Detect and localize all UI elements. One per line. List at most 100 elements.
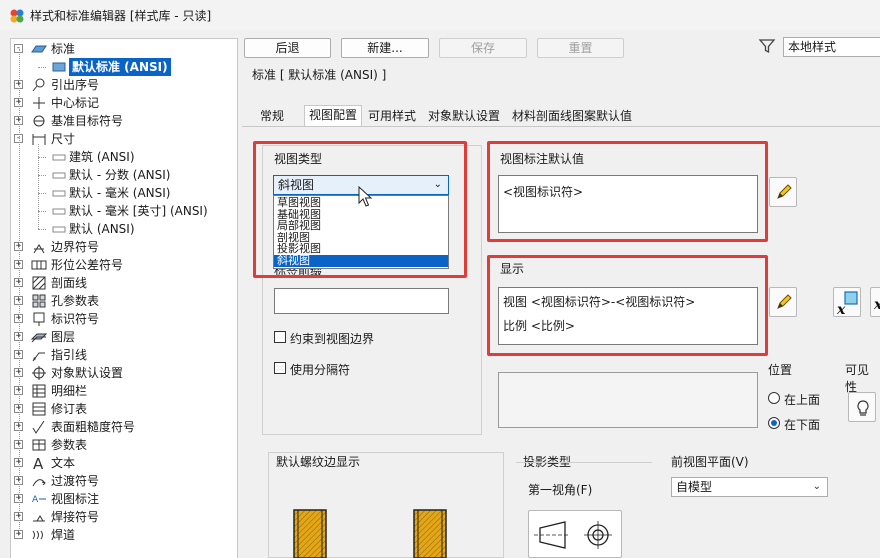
new-button[interactable]: 新建...	[341, 38, 429, 58]
superscript-button[interactable]: x	[833, 287, 861, 317]
view-type-highlight	[253, 141, 467, 278]
visibility-button[interactable]	[848, 392, 876, 422]
surface-texture-icon	[32, 420, 45, 434]
reset-button[interactable]: 重置	[537, 38, 624, 58]
tree-item[interactable]: + 剖面线	[11, 274, 237, 292]
tree-item[interactable]: + 修订表	[11, 400, 237, 418]
constrain-label: 约束到视图边界	[290, 332, 375, 346]
subscript-button[interactable]: x	[870, 287, 880, 317]
tab-available-styles[interactable]: 可用样式	[368, 107, 416, 127]
tree-item-label: 形位公差符号	[51, 258, 124, 272]
tree-item[interactable]: 默认标准 (ANSI)	[11, 58, 237, 76]
tree-item[interactable]: 默认 - 毫米 (ANSI)	[11, 184, 237, 202]
label-default-highlight	[487, 141, 768, 242]
tree-item-label: 标准	[51, 42, 76, 56]
tree-connector	[38, 175, 46, 176]
tree-item-label: 默认 (ANSI)	[69, 222, 135, 236]
position-above-radio[interactable]	[768, 392, 780, 404]
tree-item[interactable]: + 焊接符号	[11, 508, 237, 526]
tree-connector	[38, 193, 46, 194]
dim-style-icon	[52, 154, 66, 161]
layer-icon	[31, 333, 47, 343]
constrain-checkbox[interactable]	[274, 331, 286, 343]
tab-material-hatch-defaults[interactable]: 材料剖面线图案默认值	[512, 107, 632, 127]
standard-icon	[31, 45, 47, 53]
gdt-icon	[31, 260, 47, 270]
tree-item[interactable]: - 尺寸	[11, 130, 237, 148]
back-button[interactable]: 后退	[244, 38, 331, 58]
filter-icon[interactable]	[758, 37, 776, 55]
separator-label: 使用分隔符	[290, 363, 351, 377]
position-above-label: 在上面	[784, 393, 821, 407]
front-plane-title: 前视图平面(V)	[671, 455, 749, 469]
tree-item[interactable]: 默认 - 分数 (ANSI)	[11, 166, 237, 184]
svg-text:A: A	[33, 455, 44, 471]
subscript-icon: x	[873, 297, 880, 313]
standard-item-icon	[52, 62, 66, 72]
tree-item[interactable]: + 标识符号	[11, 310, 237, 328]
chevron-down-icon: ⌄	[812, 481, 821, 492]
dim-style-icon	[52, 208, 66, 215]
balloon-icon	[32, 78, 45, 92]
breadcrumb: 标准 [ 默认标准 (ANSI) ]	[252, 68, 387, 82]
edit-display-button[interactable]	[769, 287, 797, 317]
tree-item[interactable]: + 对象默认设置	[11, 364, 237, 382]
style-filter-select[interactable]: 本地样式	[783, 37, 880, 57]
tree-item[interactable]: + 孔参数表	[11, 292, 237, 310]
tree-item[interactable]: + 基准目标符号	[11, 112, 237, 130]
tree-item[interactable]: + 中心标记	[11, 94, 237, 112]
front-plane-select[interactable]: 自模型 ⌄	[671, 477, 828, 497]
tree-item[interactable]: 默认 (ANSI)	[11, 220, 237, 238]
tree-item-label: 表面粗糙度符号	[51, 420, 136, 434]
title-bar: 样式和标准编辑器 [样式库 - 只读]	[0, 0, 880, 30]
tree-item[interactable]: 建筑 (ANSI)	[11, 148, 237, 166]
tree-item[interactable]: + A 文本	[11, 454, 237, 472]
tab-object-defaults[interactable]: 对象默认设置	[428, 107, 500, 127]
visibility-title: 可见性	[845, 363, 870, 394]
tree-item-label: 默认标准 (ANSI)	[69, 58, 171, 76]
tree-item-label: 孔参数表	[51, 294, 100, 308]
display-highlight	[487, 255, 768, 356]
style-filter-value: 本地样式	[788, 40, 837, 54]
first-angle-button[interactable]	[528, 510, 622, 558]
lightbulb-icon	[857, 400, 869, 416]
datum-target-icon	[33, 115, 45, 127]
thread-preview-right-icon	[413, 509, 447, 558]
tree-item[interactable]: + 指引线	[11, 346, 237, 364]
tree-item[interactable]: + 边界符号	[11, 238, 237, 256]
edit-label-button[interactable]	[769, 177, 797, 207]
tree-item[interactable]: + 形位公差符号	[11, 256, 237, 274]
table-icon	[32, 439, 46, 451]
pencil-icon	[777, 184, 792, 199]
tree-item[interactable]: + 过渡符号	[11, 472, 237, 490]
tree-item-label: 基准目标符号	[51, 114, 124, 128]
tree-item-label: 标识符号	[51, 312, 100, 326]
tree-item[interactable]: + 图层	[11, 328, 237, 346]
tree-item[interactable]: + 参数表	[11, 436, 237, 454]
tree-item[interactable]: + 焊道	[11, 526, 237, 544]
label-prefix-input[interactable]	[274, 288, 449, 314]
tree-item[interactable]: 默认 - 毫米 [英寸] (ANSI)	[11, 202, 237, 220]
style-tree[interactable]: - 标准 默认标准 (ANSI) + 引出序号 + 中心标记 + 基准目标符号 - 尺寸 建筑 (AN…	[10, 38, 238, 558]
object-defaults-icon	[32, 366, 46, 380]
tree-item-label: 默认 - 毫米 [英寸] (ANSI)	[69, 204, 208, 218]
position-below-label: 在下面	[784, 418, 821, 432]
separator-checkbox[interactable]	[274, 362, 286, 374]
first-angle-projection-icon	[534, 521, 612, 549]
identifier-icon	[33, 312, 45, 326]
text-icon: A	[33, 455, 44, 471]
tree-item[interactable]: - 标准	[11, 40, 237, 58]
tree-item-label: 边界符号	[51, 240, 100, 254]
tree-item-label: 焊接符号	[51, 510, 100, 524]
tree-item[interactable]: + 引出序号	[11, 76, 237, 94]
save-button[interactable]: 保存	[439, 38, 527, 58]
tree-item[interactable]: + 明细栏	[11, 382, 237, 400]
tree-item[interactable]: + 表面粗糙度符号	[11, 418, 237, 436]
tree-item[interactable]: + A 视图标注	[11, 490, 237, 508]
dim-style-icon	[52, 226, 66, 233]
tree-connector	[38, 211, 46, 212]
position-below-radio[interactable]	[768, 417, 780, 429]
tab-view-preferences[interactable]: 视图配置	[304, 105, 363, 127]
weld-bead-icon	[32, 530, 43, 540]
tab-general[interactable]: 常规	[260, 107, 284, 127]
